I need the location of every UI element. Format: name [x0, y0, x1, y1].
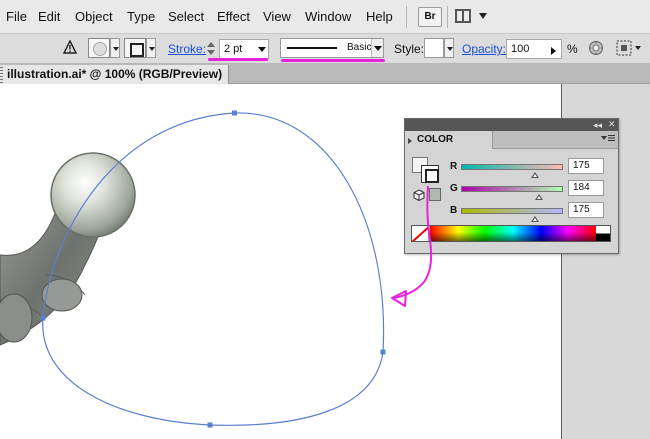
annotation-arrow: [391, 185, 433, 307]
